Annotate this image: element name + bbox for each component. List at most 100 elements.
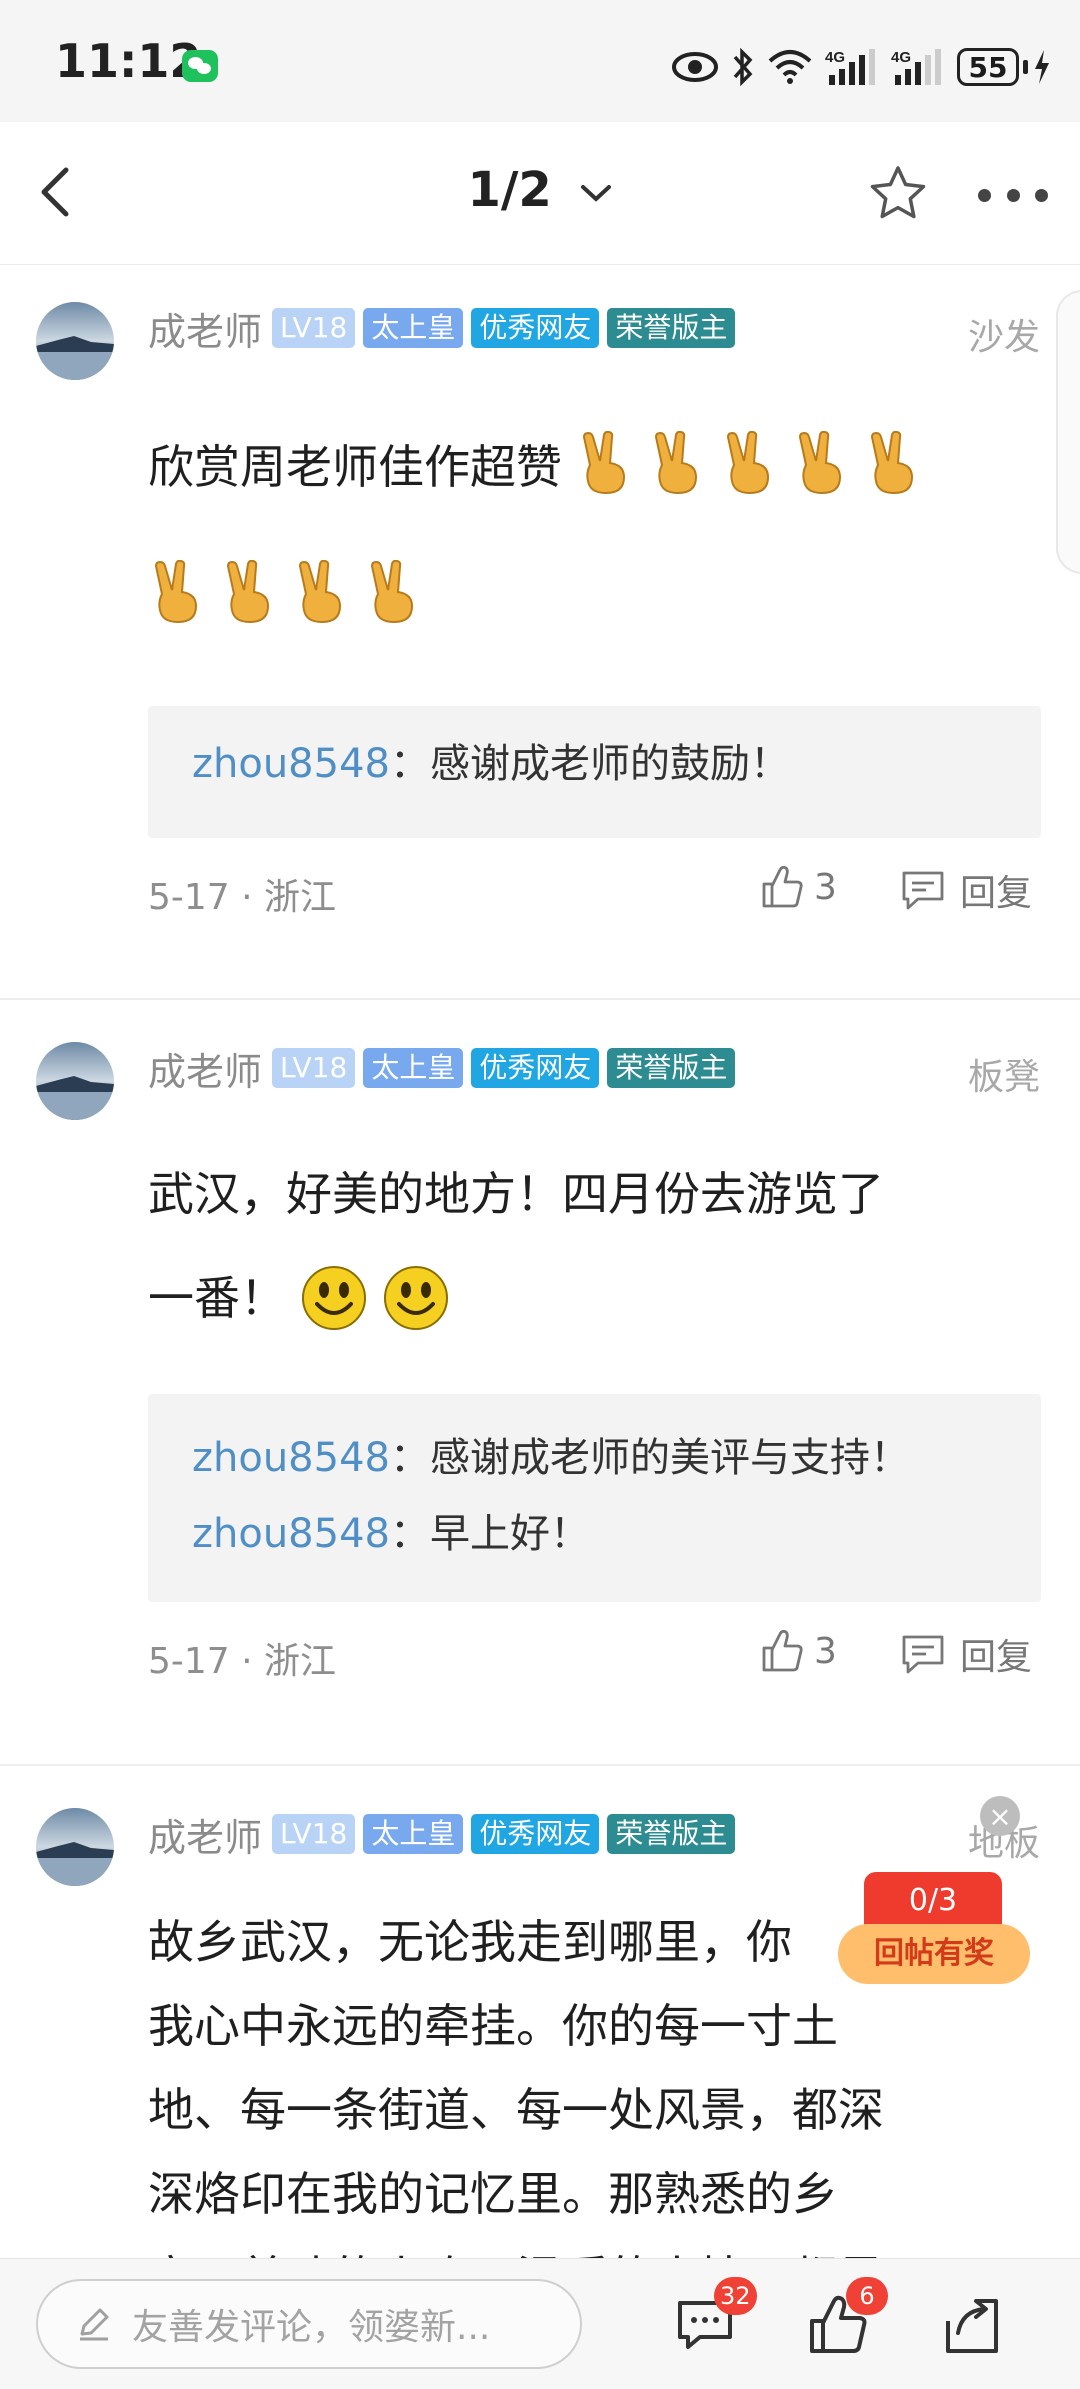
- level-tag: LV18: [272, 1048, 356, 1088]
- title-tag: 太上皇: [363, 1814, 464, 1854]
- more-options-icon[interactable]: [978, 184, 1048, 206]
- victory-hand-emoji: [370, 560, 414, 624]
- reply-box[interactable]: zhou8548：感谢成老师的美评与支持！ zhou8548：早上好！: [148, 1394, 1041, 1602]
- comment-date: 5-17: [148, 877, 230, 918]
- user-avatar[interactable]: [36, 1808, 114, 1886]
- reply-line: zhou8548：感谢成老师的美评与支持！: [192, 1435, 910, 1481]
- victory-hand-emoji: [870, 431, 914, 495]
- bottom-bar: 友善发评论，领婆新... 32 6: [0, 2258, 1080, 2389]
- comment-text-line: 音、美味的小吃、温暖的人情，都是: [148, 2236, 978, 2258]
- signal-4g-icon-2: 4G: [891, 49, 941, 85]
- comment-count-badge: 32: [714, 2277, 757, 2315]
- reply-box[interactable]: zhou8548：感谢成老师的鼓励！: [148, 706, 1041, 838]
- comments-button[interactable]: 32: [674, 2277, 757, 2357]
- chevron-down-icon: [580, 185, 611, 202]
- favorite-star-icon[interactable]: [866, 162, 930, 226]
- floor-label: 板凳: [967, 1057, 1040, 1098]
- user-line: 成老师 LV18 太上皇 优秀网友 荣誉版主: [148, 304, 736, 354]
- comment-text: 武汉，好美的地方！四月份去游览了 一番！: [148, 1142, 978, 1350]
- thumbs-up-icon: [762, 865, 803, 908]
- reply-line: zhou8548：早上好！: [192, 1511, 590, 1557]
- nav-bar: 1/2: [0, 122, 1080, 265]
- victory-hand-emoji: [226, 560, 270, 624]
- battery-level: 55: [957, 48, 1019, 86]
- victory-hand-emoji: [154, 560, 198, 624]
- user-avatar[interactable]: [36, 1042, 114, 1120]
- victory-hand-emoji: [798, 431, 842, 495]
- comment-text-content: 欣赏周老师佳作超赞: [148, 440, 562, 494]
- reply-text: 感谢成老师的美评与支持！: [429, 1435, 910, 1481]
- svg-text:4G: 4G: [891, 49, 911, 66]
- reply-button[interactable]: 回复: [900, 864, 1032, 916]
- user-line: 成老师 LV18 太上皇 优秀网友 荣誉版主: [148, 1044, 736, 1094]
- reply-button[interactable]: 回复: [900, 1628, 1032, 1680]
- comment-input[interactable]: 友善发评论，领婆新...: [36, 2279, 582, 2369]
- comment-meta: 5-17 · 浙江: [148, 877, 337, 918]
- divider: [0, 998, 1080, 1000]
- comment-date: 5-17: [148, 1641, 230, 1682]
- comment-text-line: 我心中永远的牵挂。你的每一寸土: [148, 1999, 838, 2053]
- wechat-notification-icon: [182, 50, 218, 82]
- user-avatar[interactable]: [36, 302, 114, 380]
- bluetooth-icon: [733, 47, 753, 87]
- comment-text-line: 地、每一条街道、每一处风景，都深: [148, 2083, 884, 2137]
- title-tag: 太上皇: [363, 308, 464, 348]
- floor-label: 沙发: [967, 317, 1040, 358]
- comment-text: 欣赏周老师佳作超赞: [148, 424, 978, 504]
- status-bar: 11:12 4G 4G 55: [0, 0, 1080, 122]
- reply-username[interactable]: zhou8548: [192, 741, 390, 787]
- username[interactable]: 成老师: [148, 1807, 262, 1862]
- user-line: 成老师 LV18 太上皇 优秀网友 荣誉版主: [148, 1810, 736, 1860]
- comment-item: 成老师 LV18 太上皇 优秀网友 荣誉版主 板凳 武汉，好美的地方！四月份去游…: [0, 1004, 1080, 1764]
- like-button[interactable]: 3: [760, 1628, 837, 1674]
- status-time: 11:12: [55, 34, 202, 88]
- emoji-row: [148, 560, 422, 626]
- like-count: 3: [814, 1630, 837, 1672]
- charging-icon: [1035, 50, 1049, 84]
- like-count: 3: [814, 866, 837, 908]
- reply-line: zhou8548：感谢成老师的鼓励！: [192, 741, 790, 787]
- share-button[interactable]: [940, 2293, 1004, 2357]
- like-count-badge: 6: [846, 2277, 888, 2315]
- reply-username[interactable]: zhou8548: [192, 1435, 390, 1481]
- smiley-emoji: [302, 1266, 366, 1330]
- username[interactable]: 成老师: [148, 1041, 262, 1096]
- like-post-button[interactable]: 6: [806, 2277, 888, 2357]
- like-button[interactable]: 3: [760, 864, 837, 910]
- title-tag: 太上皇: [363, 1048, 464, 1088]
- honor-tag: 优秀网友: [471, 308, 600, 348]
- honor-tag: 优秀网友: [471, 1814, 600, 1854]
- victory-hand-emoji: [654, 431, 698, 495]
- comment-input-placeholder: 友善发评论，领婆新...: [132, 2307, 491, 2348]
- svg-text:4G: 4G: [825, 49, 845, 66]
- username[interactable]: 成老师: [148, 301, 262, 356]
- reply-bubble-icon: [902, 871, 944, 910]
- wifi-icon: [768, 50, 812, 84]
- close-icon[interactable]: ×: [980, 1796, 1020, 1836]
- comment-item: 成老师 LV18 太上皇 优秀网友 荣誉版主 沙发 欣赏周老师佳作超赞 zhou…: [0, 264, 1080, 998]
- reply-text: 感谢成老师的鼓励！: [429, 741, 790, 787]
- eye-icon: [672, 52, 718, 82]
- reward-widget[interactable]: × 0/3 回帖有奖: [838, 1796, 1038, 1986]
- comment-text-line: 深烙印在我的记忆里。那熟悉的乡: [148, 2167, 838, 2221]
- reward-label[interactable]: 回帖有奖: [838, 1924, 1030, 1984]
- moderator-tag: 荣誉版主: [607, 308, 736, 348]
- page-indicator-text: 1/2: [467, 162, 552, 218]
- reply-label: 回复: [960, 1637, 1033, 1678]
- divider: [0, 1764, 1080, 1766]
- signal-4g-icon: 4G: [825, 49, 875, 85]
- comment-text-line: 武汉，好美的地方！四月份去游览了: [148, 1167, 884, 1221]
- thumbs-up-icon: [762, 1629, 803, 1672]
- victory-hand-emoji: [726, 431, 770, 495]
- reply-bubble-icon: [902, 1635, 944, 1674]
- moderator-tag: 荣誉版主: [607, 1814, 736, 1854]
- reply-text: 早上好！: [429, 1511, 590, 1557]
- status-icons: 4G 4G 55: [671, 40, 1052, 94]
- level-tag: LV18: [272, 308, 356, 348]
- moderator-tag: 荣誉版主: [607, 1048, 736, 1088]
- comment-text-line: 一番！: [148, 1271, 286, 1325]
- comment-meta: 5-17 · 浙江: [148, 1641, 337, 1682]
- reply-username[interactable]: zhou8548: [192, 1511, 390, 1557]
- honor-tag: 优秀网友: [471, 1048, 600, 1088]
- reply-label: 回复: [960, 873, 1033, 914]
